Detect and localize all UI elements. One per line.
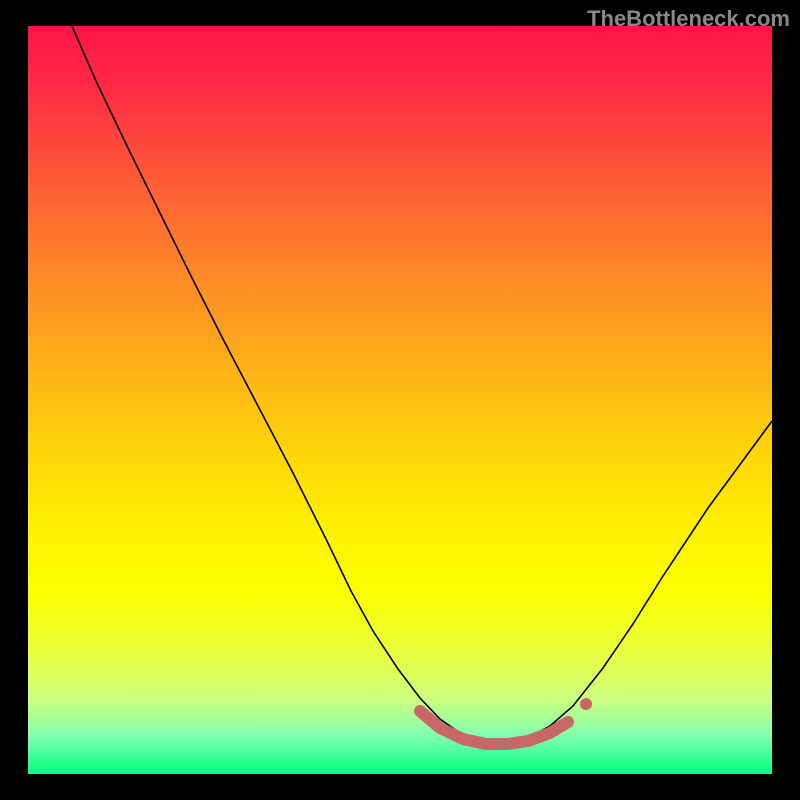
watermark-text: TheBottleneck.com [587,6,790,32]
plot-area [28,26,772,774]
chart-svg [28,26,772,774]
bottleneck-curve-path [72,26,772,742]
optimal-zone-end-dot [580,698,592,710]
